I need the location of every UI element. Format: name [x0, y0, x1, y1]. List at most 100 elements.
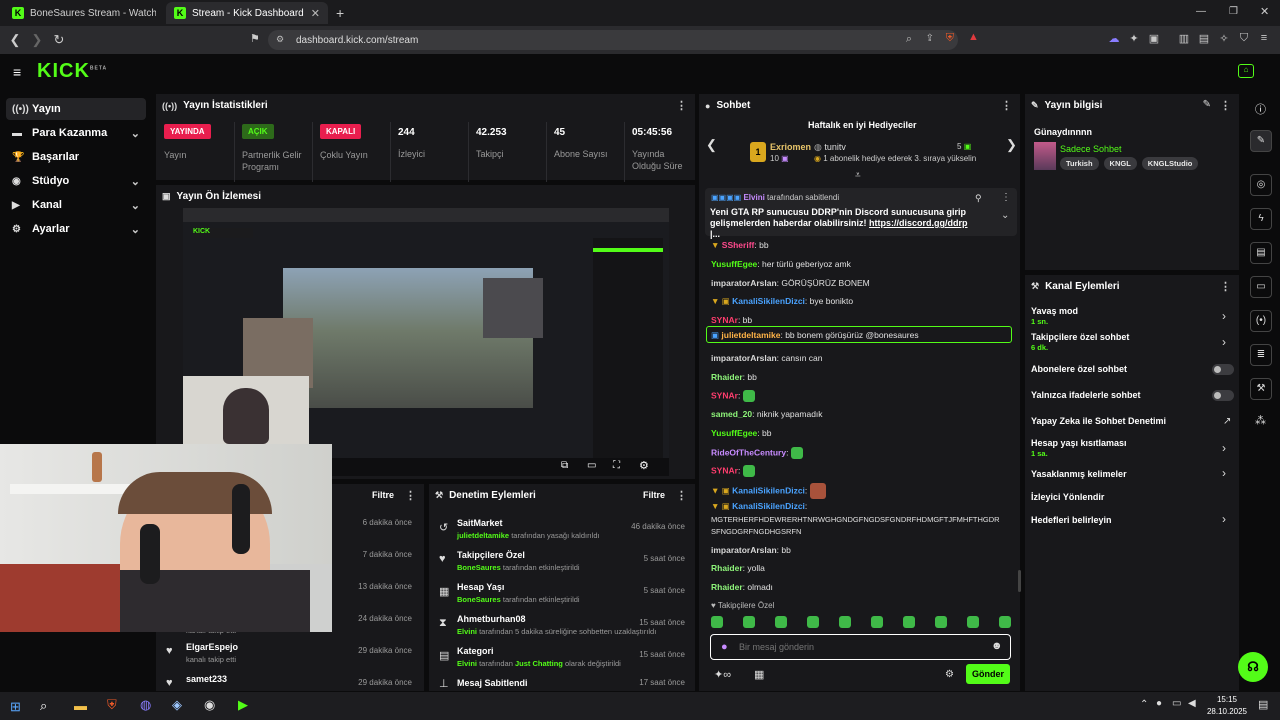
browser-tab-active[interactable]: K Stream - Kick Dashboard ✕ [166, 2, 328, 24]
browser-tab[interactable]: K BoneSaures Stream - Watch Live on [4, 2, 164, 24]
action-raid[interactable]: İzleyici Yönlendir [1031, 492, 1104, 502]
chat-scrollbar[interactable] [1018, 570, 1021, 592]
action-goals[interactable]: Hedefleri belirleyin [1031, 515, 1112, 525]
zoom-icon[interactable]: ⌕ [906, 33, 912, 46]
rewards-icon[interactable]: ▲ [968, 31, 979, 43]
action-followers-only[interactable]: Takipçilere özel sohbet 6 dk. [1031, 332, 1129, 352]
external-link-icon[interactable]: ↗ [1223, 416, 1231, 427]
kick-app-icon[interactable]: ▶ [238, 697, 248, 713]
emote-icon[interactable] [711, 616, 723, 628]
more-options-icon[interactable]: ⋮ [405, 489, 416, 502]
emote-only-toggle[interactable] [1212, 390, 1234, 401]
chevron-right-icon[interactable]: ❯ [1006, 137, 1017, 153]
sidebar-toggle-icon[interactable]: ▥ [1176, 32, 1192, 48]
settings-icon[interactable]: ⚙ [639, 459, 649, 472]
emote-icon[interactable] [871, 616, 883, 628]
sidebar-item-para-kazanma[interactable]: ▬ Para Kazanma ⌄ [6, 122, 146, 144]
edit-layout-icon[interactable]: ✎ [1250, 130, 1272, 152]
category-link[interactable]: Sadece Sohbet [1060, 144, 1122, 154]
maximize-icon[interactable]: ❐ [1229, 6, 1238, 17]
clock-date[interactable]: 28.10.2025 [1200, 707, 1254, 716]
support-chat-icon[interactable]: ☊ [1238, 652, 1268, 682]
site-info-icon[interactable]: ⚙ [276, 34, 284, 45]
wallet-icon[interactable]: ▤ [1196, 32, 1212, 48]
chat-username[interactable]: imparatorArslan [711, 278, 777, 288]
close-icon[interactable]: ✕ [311, 7, 320, 20]
chat-username[interactable]: KanaliSikilenDizci [732, 501, 805, 511]
chevron-right-icon[interactable]: › [1222, 441, 1226, 455]
share-icon[interactable]: ⇪ [926, 33, 934, 44]
list-icon[interactable]: ≣ [1250, 344, 1272, 366]
edit-icon[interactable]: ✎ [1203, 99, 1211, 110]
tab-search-icon[interactable]: ▣ [1146, 32, 1162, 48]
discord-icon[interactable]: ◍ [140, 697, 151, 713]
chevron-down-icon[interactable]: ⌄ [1001, 210, 1009, 221]
chat-settings-icon[interactable]: ⚙ [945, 669, 954, 680]
emote-icon[interactable] [839, 616, 851, 628]
sidebar-item-yayin[interactable]: ((•)) Yayın [6, 98, 146, 120]
emoji-icon[interactable]: ☻ [991, 640, 1003, 652]
sidebar-item-basarilar[interactable]: 🏆 Başarılar [6, 146, 146, 168]
emote-icon[interactable] [999, 616, 1011, 628]
chevron-right-icon[interactable]: › [1222, 335, 1226, 349]
chat-input-box[interactable]: ● ☻ [710, 634, 1011, 660]
kick-logo[interactable]: KICKBETA [37, 60, 107, 83]
gift-icon[interactable]: ▦ [754, 668, 764, 681]
emote-icon[interactable] [790, 447, 803, 459]
chat-username[interactable]: RideOfTheCentury [711, 447, 786, 457]
gifter-name[interactable]: Exriomen [770, 142, 811, 152]
chat-username[interactable]: samed_20 [711, 409, 752, 419]
emote-icon[interactable] [742, 465, 755, 477]
microphone-icon[interactable]: ● [1156, 698, 1162, 709]
more-options-icon[interactable]: ⋮ [1220, 280, 1231, 293]
emote-icon[interactable] [809, 483, 826, 499]
emote-icon[interactable] [807, 616, 819, 628]
network-icon[interactable]: ▭ [1172, 698, 1181, 709]
gifter-name[interactable]: ◍ tunitv [814, 142, 846, 153]
chat-username[interactable]: imparatorArslan [711, 353, 777, 363]
collapse-icon[interactable]: ⩡ [855, 170, 861, 181]
mic-icon[interactable]: ● [721, 641, 728, 653]
action-ai-moderation[interactable]: Yapay Zeka ile Sohbet Denetimi [1031, 416, 1166, 426]
sidebar-item-ayarlar[interactable]: ⚙ Ayarlar ⌄ [6, 218, 146, 240]
more-options-icon[interactable]: ⋮ [676, 489, 687, 502]
menu-icon[interactable]: ≡ [1256, 32, 1272, 48]
chat-username[interactable]: imparatorArslan [711, 545, 777, 555]
windows-start-icon[interactable]: ⊞ [10, 699, 21, 715]
chat-input[interactable] [739, 639, 979, 655]
pip-icon[interactable]: ▭ [587, 460, 596, 471]
chat-username[interactable]: KanaliSikilenDizci [732, 296, 805, 306]
chat-username[interactable]: SYNAr [711, 465, 738, 475]
send-button[interactable]: Gönder [966, 664, 1010, 684]
file-explorer-icon[interactable]: ▬ [74, 698, 87, 713]
tray-chevron-up-icon[interactable]: ⌃ [1140, 699, 1148, 710]
chevron-right-icon[interactable]: › [1222, 512, 1226, 526]
pinned-link[interactable]: https://discord.gg/ddrp [869, 218, 968, 228]
hamburger-menu-icon[interactable]: ≡ [13, 64, 21, 80]
camera-icon[interactable]: ◎ [1250, 174, 1272, 196]
broadcast-icon[interactable]: (•) [1250, 310, 1272, 332]
lightning-icon[interactable]: ϟ [1250, 208, 1272, 230]
emote-icon[interactable] [935, 616, 947, 628]
back-icon[interactable]: ❮ [4, 32, 26, 48]
chat-username[interactable]: Rhaider [711, 582, 743, 592]
chevron-left-icon[interactable]: ❮ [706, 137, 717, 153]
tag[interactable]: KNGL [1103, 157, 1137, 170]
fullscreen-icon[interactable]: ⛶ [613, 460, 620, 471]
sidebar-item-studyo[interactable]: ◉ Stüdyo ⌄ [6, 170, 146, 192]
filter-button[interactable]: Filtre [372, 490, 394, 500]
leo-icon[interactable]: ☁ [1106, 32, 1122, 48]
emote-icon[interactable] [743, 616, 755, 628]
chat-username[interactable]: YusuffEgee [711, 428, 757, 438]
new-tab-button[interactable]: + [336, 5, 344, 21]
document-icon[interactable]: ▤ [1250, 242, 1272, 264]
minimize-icon[interactable]: — [1196, 6, 1206, 17]
tag[interactable]: KNGLStudio [1141, 157, 1199, 170]
chat-username[interactable]: KanaliSikilenDizci [732, 485, 805, 495]
steam-icon[interactable]: ◈ [172, 697, 182, 713]
ai-icon[interactable]: ✧ [1216, 32, 1232, 48]
action-slow-mode[interactable]: Yavaş mod 1 sn. [1031, 306, 1078, 326]
url-field[interactable]: ⚙ dashboard.kick.com/stream ⌕ ⇪ ⛨ [268, 30, 958, 50]
emote-icon[interactable] [903, 616, 915, 628]
notification-icon[interactable]: ▤ [1258, 698, 1268, 711]
